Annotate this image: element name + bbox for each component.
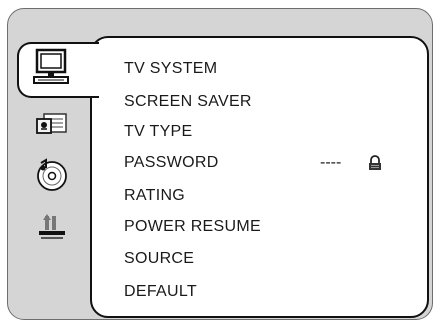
language-icon[interactable] <box>30 110 74 146</box>
audio-disc-icon[interactable] <box>30 158 74 194</box>
menu-item-rating[interactable]: RATING <box>124 184 185 208</box>
password-value[interactable]: ---- <box>320 151 341 175</box>
tab-seam <box>91 44 97 96</box>
monitor-icon[interactable] <box>30 48 74 84</box>
menu-item-default[interactable]: DEFAULT <box>124 280 197 304</box>
menu-item-power-resume[interactable]: POWER RESUME <box>124 215 261 239</box>
menu-item-source[interactable]: SOURCE <box>124 247 194 271</box>
menu-item-screen-saver[interactable]: SCREEN SAVER <box>124 90 252 114</box>
menu-item-tv-system[interactable]: TV SYSTEM <box>124 57 217 81</box>
menu-item-tv-type[interactable]: TV TYPE <box>124 120 193 144</box>
lock-icon <box>367 155 383 171</box>
speaker-settings-icon[interactable] <box>30 210 74 246</box>
menu-item-password[interactable]: PASSWORD <box>124 151 219 175</box>
